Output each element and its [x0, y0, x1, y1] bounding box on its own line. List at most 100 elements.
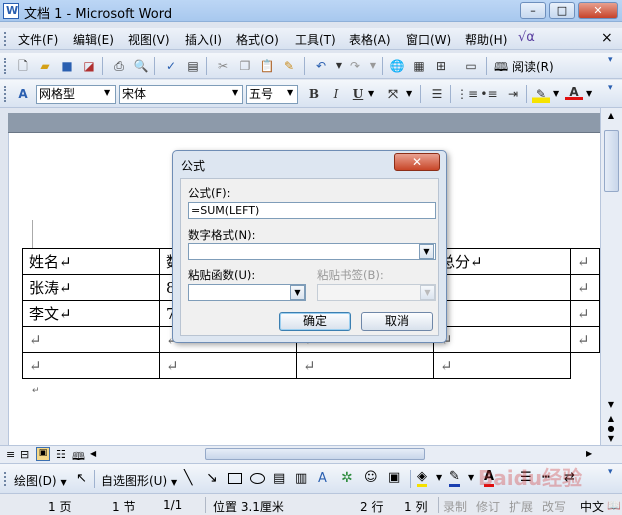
paste-function-dropdown-icon[interactable]: ▼ [290, 285, 305, 300]
print-icon[interactable]: ⎙ [110, 57, 128, 75]
rectangle-icon[interactable] [228, 473, 242, 484]
toolbar-options-icon[interactable]: ▾ [608, 83, 613, 93]
scroll-down-icon[interactable]: ▼ [604, 400, 618, 412]
draw-menu-button[interactable]: 绘图(D) ▼ [14, 472, 67, 489]
table-cell[interactable]: ↵ [159, 352, 297, 379]
status-record[interactable]: 录制 [443, 498, 467, 515]
hscroll-thumb[interactable] [205, 448, 425, 460]
font-select[interactable]: 宋体 [119, 85, 243, 104]
copy-icon[interactable]: ❐ [236, 57, 254, 75]
close-document-button[interactable]: × [601, 30, 613, 46]
select-objects-icon[interactable]: ↖ [76, 471, 87, 486]
dialog-close-button[interactable]: ✕ [394, 153, 440, 171]
clipart-icon[interactable]: ☺ [364, 470, 378, 485]
spelling-icon[interactable]: ✓ [162, 57, 180, 75]
toolbar-options-icon[interactable]: ▾ [608, 467, 613, 477]
tables-borders-icon[interactable]: ▦ [410, 57, 428, 75]
formula-input[interactable]: =SUM(LEFT) [188, 202, 436, 219]
horizontal-ruler[interactable] [8, 113, 600, 133]
oval-icon[interactable] [250, 473, 265, 484]
format-painter-icon[interactable]: ✎ [280, 57, 298, 75]
read-button[interactable]: 🕮 阅读(R) [494, 58, 554, 79]
font-dropdown-icon[interactable]: ▼ [232, 88, 238, 97]
close-window-button[interactable]: ✕ [578, 2, 618, 19]
paste-bookmark-dropdown-icon[interactable]: ▼ [420, 285, 435, 300]
scroll-left-icon[interactable]: ◀ [90, 449, 96, 458]
justify-icon[interactable]: ☰ [428, 85, 446, 103]
fill-color-dropdown-icon[interactable]: ▼ [436, 473, 442, 482]
italic-button[interactable]: I [327, 85, 345, 103]
number-format-dropdown-icon[interactable]: ▼ [419, 244, 434, 259]
line-color-dropdown-icon[interactable]: ▼ [468, 473, 474, 482]
table-cell[interactable]: ↵ [296, 352, 434, 379]
new-doc-icon[interactable]: 🗋 [14, 57, 32, 75]
menu-table[interactable]: 表格(A) [349, 31, 391, 48]
web-view-icon[interactable]: ⊟ [20, 448, 29, 461]
diagram-icon[interactable]: ✲ [341, 470, 353, 486]
underline-dropdown-icon[interactable]: ▼ [368, 89, 374, 98]
vertical-scrollbar[interactable]: ▲ ▼ ▲ ● ▼ [600, 108, 622, 445]
table-cell[interactable] [433, 300, 571, 327]
fill-color-icon[interactable]: ◈ [417, 469, 427, 487]
hyperlink-icon[interactable]: 🌐 [388, 57, 406, 75]
permission-icon[interactable]: ◪ [80, 57, 98, 75]
scroll-up-icon[interactable]: ▲ [604, 111, 618, 123]
table-cell[interactable]: 张涛↵ [22, 274, 160, 301]
bullets-icon[interactable]: •≡ [480, 85, 498, 103]
scroll-right-icon[interactable]: ▶ [586, 449, 592, 458]
status-extend[interactable]: 扩展 [509, 498, 533, 515]
undo-icon[interactable]: ↶ [312, 57, 330, 75]
table-cell[interactable]: ↵ [433, 352, 571, 379]
table-cell[interactable]: ↵ [22, 352, 160, 379]
wordart-icon[interactable]: A [318, 471, 327, 486]
vertical-textbox-icon[interactable]: ▥ [295, 471, 307, 486]
cut-icon[interactable]: ✂ [214, 57, 232, 75]
menu-insert[interactable]: 插入(I) [185, 31, 222, 48]
table-cell[interactable]: 姓名↵ [22, 248, 160, 275]
table-cell[interactable]: 李文↵ [22, 300, 160, 327]
toolbar-options-icon[interactable]: ▾ [608, 55, 613, 65]
spelling-status-icon[interactable]: 📖 [607, 499, 621, 512]
indent-icon[interactable]: ⇥ [504, 85, 522, 103]
cancel-button[interactable]: 取消 [361, 312, 433, 331]
browse-object-icon[interactable]: ● [604, 424, 618, 434]
size-dropdown-icon[interactable]: ▼ [287, 88, 293, 97]
menu-view[interactable]: 视图(V) [128, 31, 170, 48]
style-dropdown-icon[interactable]: ▼ [104, 88, 110, 97]
font-color-dropdown-icon[interactable]: ▼ [586, 89, 592, 98]
table-cell[interactable]: ↵ [433, 326, 571, 353]
menu-file[interactable]: 文件(F) [18, 31, 58, 48]
minimize-button[interactable]: – [520, 2, 546, 19]
underline-button[interactable]: U [349, 85, 367, 103]
char-scaling-icon[interactable]: ⤧ [384, 85, 402, 103]
line-color-icon[interactable]: ✎ [449, 469, 460, 487]
number-format-select[interactable] [188, 243, 436, 260]
print-layout-view-icon[interactable]: ▣ [36, 447, 50, 461]
save-icon[interactable]: ■ [58, 57, 76, 75]
picture-icon[interactable]: ▣ [388, 470, 400, 485]
paste-icon[interactable]: 📋 [258, 57, 276, 75]
research-icon[interactable]: ▤ [184, 57, 202, 75]
textbox-icon[interactable]: ▤ [273, 471, 285, 486]
status-overtype[interactable]: 改写 [542, 498, 566, 515]
numbering-icon[interactable]: ⋮≡ [456, 85, 478, 103]
highlight-dropdown-icon[interactable]: ▼ [553, 89, 559, 98]
scroll-thumb[interactable] [604, 130, 619, 192]
menu-help[interactable]: 帮助(H) [465, 31, 507, 48]
normal-view-icon[interactable]: ≡ [6, 448, 15, 461]
ok-button[interactable]: 确定 [279, 312, 351, 331]
table-cell[interactable] [433, 274, 571, 301]
maximize-button[interactable]: □ [549, 2, 575, 19]
styles-pane-icon[interactable]: A [14, 85, 32, 103]
line-icon[interactable]: ╲ [184, 470, 192, 486]
prev-page-icon[interactable]: ▲ [604, 414, 618, 424]
show-hide-icon[interactable]: ▭ [462, 57, 480, 75]
status-track-changes[interactable]: 修订 [476, 498, 500, 515]
redo-dropdown-icon[interactable]: ▼ [364, 57, 382, 75]
highlight-icon[interactable]: ✎ [532, 85, 550, 103]
char-scaling-dropdown-icon[interactable]: ▼ [406, 89, 412, 98]
table-cell[interactable]: 总分↵ [433, 248, 571, 275]
insert-table-icon[interactable]: ⊞ [432, 57, 450, 75]
menu-tools[interactable]: 工具(T) [295, 31, 336, 48]
paste-function-select[interactable] [188, 284, 306, 301]
